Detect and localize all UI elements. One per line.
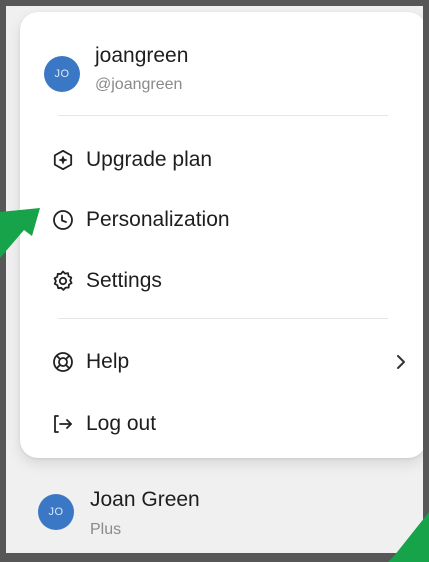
menu-divider	[58, 318, 388, 319]
profile-plan: Plus	[90, 521, 122, 538]
profile-button[interactable]: JO Joan Green Plus	[26, 476, 406, 546]
help-item[interactable]: Help	[50, 337, 423, 387]
upgrade-plan-label: Upgrade plan	[86, 148, 213, 171]
upgrade-plan-icon	[50, 147, 76, 173]
log-out-item[interactable]: Log out	[50, 399, 423, 449]
screenshot-frame: JO joangreen @joangreen Upgrade plan Per…	[0, 0, 429, 562]
chevron-right-icon	[390, 349, 412, 375]
profile-full-name: Joan Green	[90, 488, 200, 511]
log-out-label: Log out	[86, 412, 157, 435]
account-handle: @joangreen	[95, 76, 183, 93]
account-menu: JO joangreen @joangreen Upgrade plan Per…	[20, 12, 423, 458]
annotation-arrow-icon	[0, 208, 40, 258]
upgrade-plan-item[interactable]: Upgrade plan	[50, 135, 423, 185]
profile-avatar: JO	[38, 494, 74, 530]
account-avatar: JO	[44, 56, 80, 92]
log-out-icon	[50, 411, 76, 437]
help-label: Help	[86, 350, 130, 373]
lifebuoy-icon	[50, 349, 76, 375]
personalization-label: Personalization	[86, 208, 230, 231]
menu-divider	[58, 115, 388, 116]
personalization-item[interactable]: Personalization	[50, 195, 423, 245]
annotation-arrow-icon	[388, 512, 429, 562]
settings-label: Settings	[86, 269, 162, 292]
settings-item[interactable]: Settings	[50, 256, 423, 306]
account-username: joangreen	[95, 44, 189, 67]
